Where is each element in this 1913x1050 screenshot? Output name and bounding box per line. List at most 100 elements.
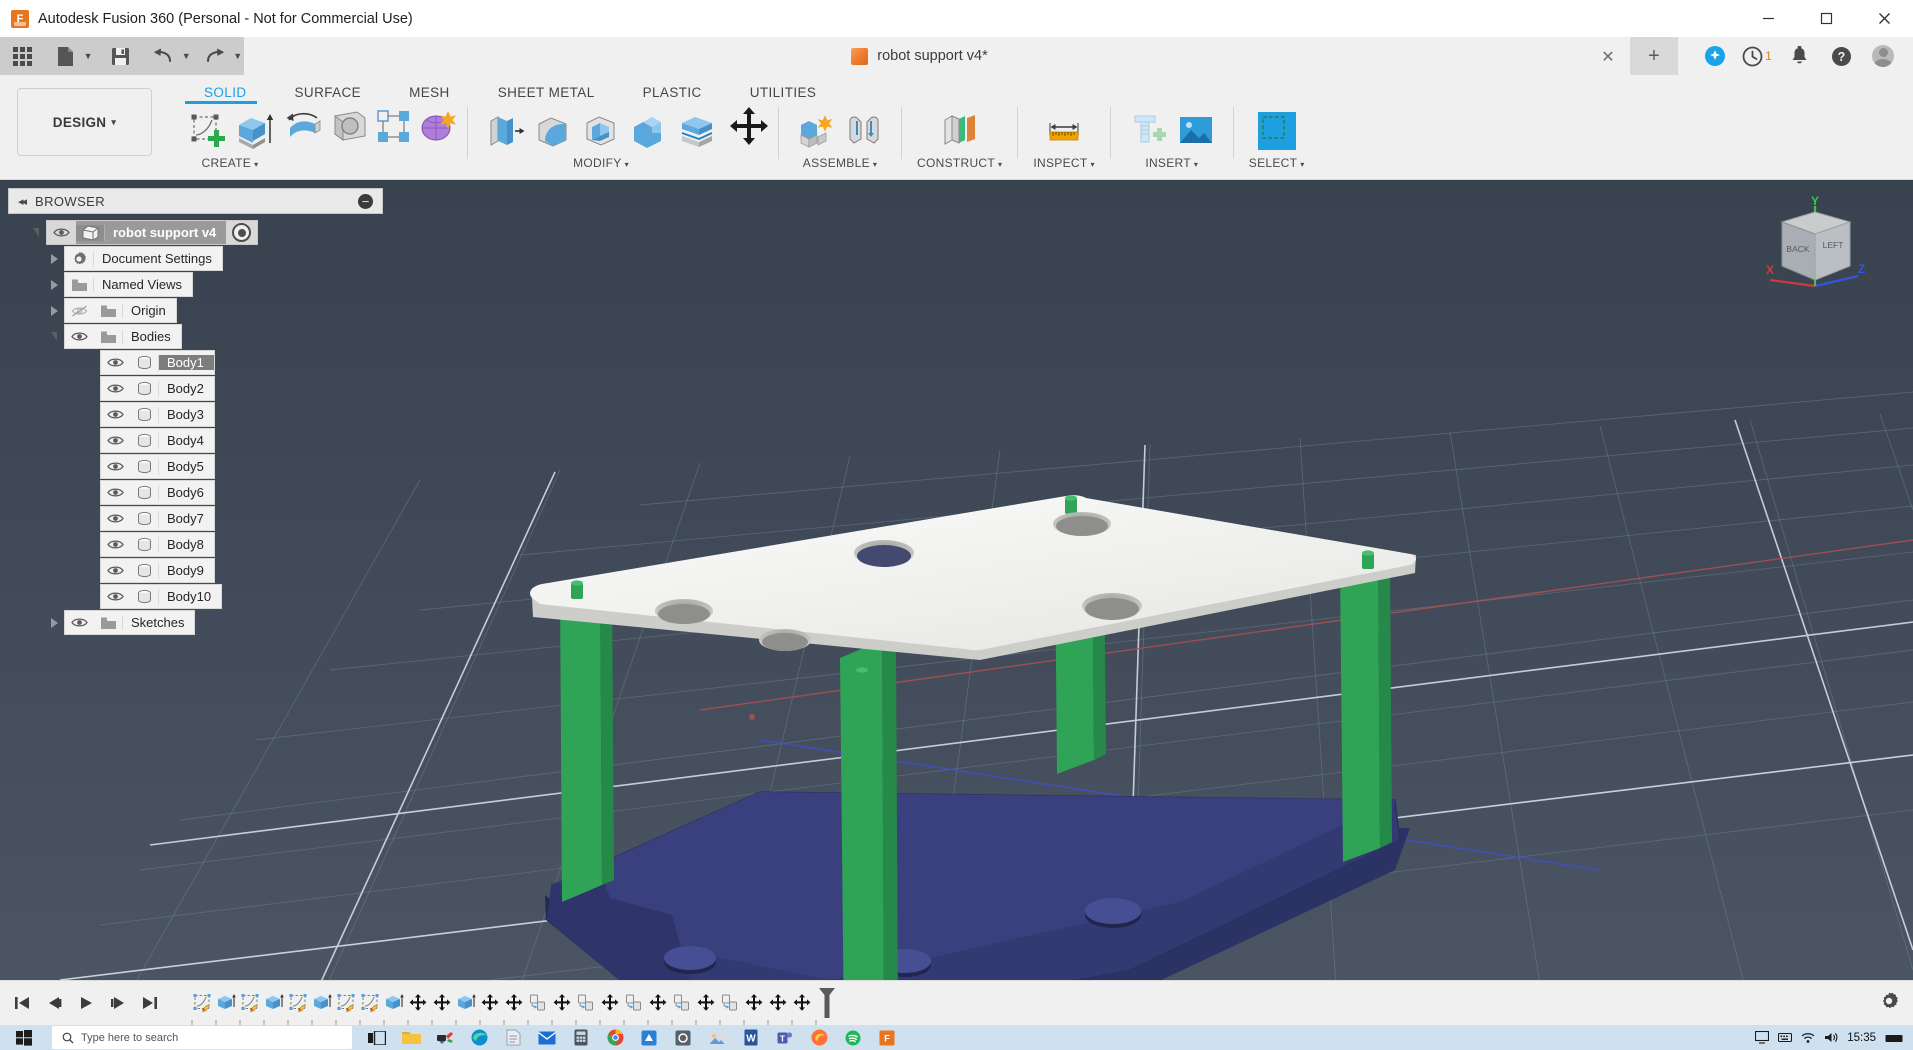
workspace-selector[interactable]: DESIGN ▾	[17, 88, 152, 156]
insert-caret-icon[interactable]: ▾	[1194, 160, 1198, 169]
skip-to-end-icon[interactable]	[136, 988, 164, 1018]
document-tab-close-icon[interactable]: ✕	[1598, 47, 1618, 67]
shell-icon[interactable]	[579, 109, 623, 153]
mail-icon[interactable]	[532, 1025, 562, 1050]
tray-keyboard-icon[interactable]	[1778, 1031, 1793, 1044]
tree-row-root[interactable]: robot support v4	[8, 220, 383, 245]
save-icon[interactable]	[106, 41, 135, 71]
tree-row-document-settings[interactable]: Document Settings	[8, 246, 383, 271]
split-body-icon[interactable]	[675, 109, 719, 153]
settings-icon[interactable]	[668, 1025, 698, 1050]
move-icon[interactable]	[790, 987, 814, 1019]
sketch-icon[interactable]	[286, 987, 310, 1019]
redo-caret-icon[interactable]: ▼	[231, 41, 244, 71]
tray-monitor-icon[interactable]	[1755, 1031, 1770, 1044]
visibility-eye-icon[interactable]	[65, 331, 94, 342]
move-icon[interactable]	[742, 987, 766, 1019]
action-center-icon[interactable]	[1885, 1031, 1903, 1044]
visibility-eye-icon[interactable]	[101, 383, 130, 394]
move-icon[interactable]	[646, 987, 670, 1019]
chrome-icon[interactable]	[600, 1025, 630, 1050]
tray-network-icon[interactable]	[1801, 1031, 1815, 1044]
tree-row-body[interactable]: Body5	[8, 454, 383, 479]
undo-icon[interactable]	[149, 41, 178, 71]
copy-icon[interactable]	[526, 987, 550, 1019]
assemble-caret-icon[interactable]: ▾	[873, 160, 877, 169]
file-explorer-icon[interactable]	[396, 1025, 426, 1050]
bodies-chip[interactable]: Bodies	[64, 324, 182, 349]
notepad-icon[interactable]	[498, 1025, 528, 1050]
timeline-settings-icon[interactable]	[1879, 991, 1913, 1016]
visibility-eye-icon[interactable]	[101, 591, 130, 602]
body-chip[interactable]: Body2	[100, 376, 215, 401]
create-form-icon[interactable]	[416, 105, 460, 149]
minimize-button[interactable]	[1739, 0, 1797, 37]
paint-icon[interactable]	[430, 1025, 460, 1050]
tray-volume-icon[interactable]	[1824, 1031, 1838, 1044]
origin-chip[interactable]: Origin	[64, 298, 177, 323]
sweep-icon[interactable]	[328, 105, 372, 149]
body-chip[interactable]: Body7	[100, 506, 215, 531]
tree-row-body[interactable]: Body4	[8, 428, 383, 453]
combine-icon[interactable]	[627, 109, 671, 153]
tree-row-origin[interactable]: Origin	[8, 298, 383, 323]
extrude-icon[interactable]	[454, 987, 478, 1019]
extensions-icon[interactable]	[1695, 37, 1735, 75]
maximize-button[interactable]	[1797, 0, 1855, 37]
inspect-caret-icon[interactable]: ▾	[1090, 160, 1094, 169]
store-icon[interactable]	[634, 1025, 664, 1050]
tree-row-body[interactable]: Body3	[8, 402, 383, 427]
move-icon[interactable]	[550, 987, 574, 1019]
move-icon[interactable]	[598, 987, 622, 1019]
expander-right-icon[interactable]	[50, 305, 58, 316]
tree-row-named-views[interactable]: Named Views	[8, 272, 383, 297]
visibility-eye-icon[interactable]	[101, 539, 130, 550]
expander-right-icon[interactable]	[50, 279, 58, 290]
extrude-icon[interactable]	[232, 109, 276, 153]
edge-icon[interactable]	[464, 1025, 494, 1050]
move-icon[interactable]	[406, 987, 430, 1019]
play-icon[interactable]	[72, 988, 100, 1018]
expander-down-icon[interactable]	[51, 332, 57, 341]
redo-icon[interactable]	[200, 41, 229, 71]
taskbar-clock[interactable]: 15:35	[1847, 1032, 1876, 1044]
task-view-icon[interactable]	[362, 1025, 392, 1050]
extrude-icon[interactable]	[262, 987, 286, 1019]
tree-row-body[interactable]: Body8	[8, 532, 383, 557]
construct-caret-icon[interactable]: ▾	[998, 160, 1002, 169]
3d-viewport[interactable]: ◂◂ BROWSER − robot support v4 Document S…	[0, 180, 1913, 1045]
tree-row-body[interactable]: Body1	[8, 350, 383, 375]
visibility-eye-icon[interactable]	[101, 513, 130, 524]
named-views-chip[interactable]: Named Views	[64, 272, 193, 297]
measure-icon[interactable]	[1042, 109, 1086, 153]
visibility-eye-icon[interactable]	[101, 487, 130, 498]
sketch-icon[interactable]	[190, 987, 214, 1019]
body-chip[interactable]: Body9	[100, 558, 215, 583]
tree-row-body[interactable]: Body6	[8, 480, 383, 505]
browser-minimize-icon[interactable]: −	[358, 193, 373, 209]
teams-icon[interactable]: T	[770, 1025, 800, 1050]
visibility-eye-icon[interactable]	[101, 357, 130, 368]
new-document-caret-icon[interactable]: ▼	[82, 41, 95, 71]
copy-icon[interactable]	[622, 987, 646, 1019]
start-button[interactable]	[0, 1029, 48, 1046]
body-chip[interactable]: Body3	[100, 402, 215, 427]
expander-right-icon[interactable]	[50, 617, 58, 628]
visibility-eye-icon[interactable]	[47, 227, 76, 238]
fillet-icon[interactable]	[531, 109, 575, 153]
firefox-icon[interactable]	[804, 1025, 834, 1050]
undo-caret-icon[interactable]: ▼	[180, 41, 193, 71]
sketch-icon[interactable]	[358, 987, 382, 1019]
skip-to-start-icon[interactable]	[8, 988, 36, 1018]
step-back-icon[interactable]	[40, 988, 68, 1018]
tab-sheet-metal[interactable]: SHEET METAL	[474, 79, 619, 105]
visibility-eye-icon[interactable]	[101, 565, 130, 576]
joint-icon[interactable]	[842, 109, 886, 153]
move-icon[interactable]	[502, 987, 526, 1019]
extrude-icon[interactable]	[310, 987, 334, 1019]
select-caret-icon[interactable]: ▾	[1300, 160, 1304, 169]
tree-row-sketches[interactable]: Sketches	[8, 610, 383, 635]
extrude-icon[interactable]	[214, 987, 238, 1019]
tab-surface[interactable]: SURFACE	[271, 79, 386, 105]
sketch-icon[interactable]	[238, 987, 262, 1019]
